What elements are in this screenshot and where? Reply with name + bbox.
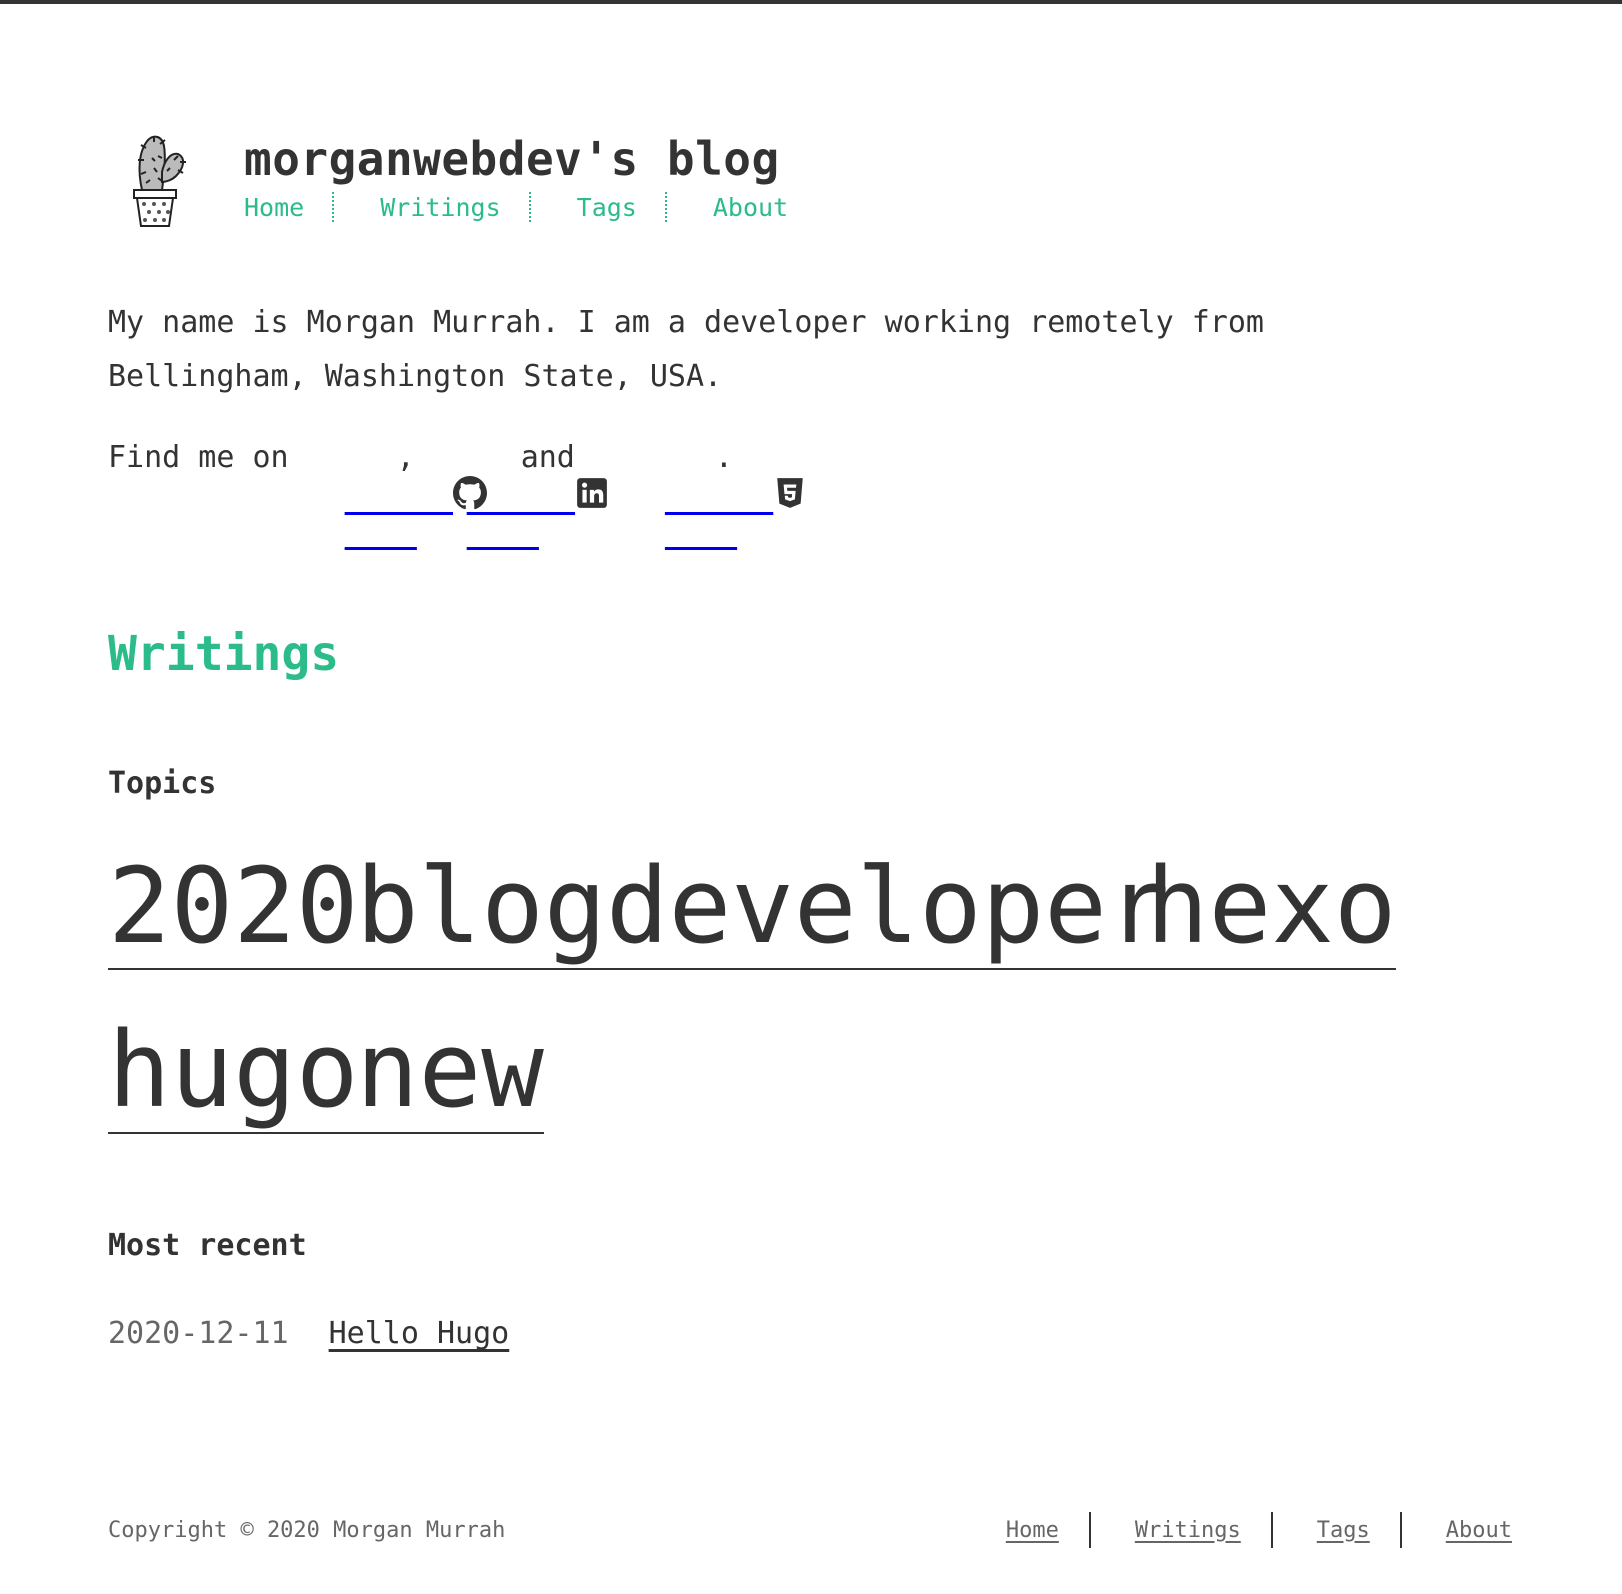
footer-about-link[interactable]: About bbox=[1446, 1518, 1512, 1543]
most-recent-heading: Most recent bbox=[108, 1228, 307, 1263]
period-text: . bbox=[714, 440, 733, 475]
nav-separator bbox=[528, 192, 531, 222]
and-text: and bbox=[520, 440, 575, 475]
top-border bbox=[0, 0, 1622, 4]
tag-link-blog[interactable]: blog bbox=[356, 854, 607, 970]
site-title: morganwebdev's blog bbox=[244, 132, 780, 186]
tag-link-new[interactable]: new bbox=[356, 1018, 544, 1134]
footer-home-link[interactable]: Home bbox=[1006, 1518, 1059, 1543]
nav-separator bbox=[664, 192, 667, 222]
nav-tags-link[interactable]: Tags bbox=[577, 193, 665, 222]
nav-home-link[interactable]: Home bbox=[244, 193, 332, 222]
nav-writings-link[interactable]: Writings bbox=[380, 193, 528, 222]
cactus-logo-icon[interactable] bbox=[124, 132, 194, 232]
site-header: morganwebdev's blog Home Writings Tags A… bbox=[124, 128, 816, 232]
page: morganwebdev's blog Home Writings Tags A… bbox=[0, 0, 1622, 1594]
tag-link-hexo[interactable]: hexo bbox=[1146, 854, 1397, 970]
footer-separator bbox=[1399, 1512, 1402, 1548]
header-nav: Home Writings Tags About bbox=[244, 192, 816, 222]
tag-link-hugo[interactable]: hugo bbox=[108, 1018, 359, 1134]
footer-separator bbox=[1270, 1512, 1273, 1548]
copyright-text: Copyright © 2020 Morgan Murrah bbox=[108, 1518, 506, 1543]
footer-writings-link[interactable]: Writings bbox=[1135, 1518, 1241, 1543]
post-date: 2020-12-11 bbox=[108, 1316, 289, 1351]
nav-about-link[interactable]: About bbox=[713, 193, 816, 222]
footer-separator bbox=[1088, 1512, 1091, 1548]
github-icon[interactable] bbox=[345, 441, 487, 509]
list-item: 2020-12-11 Hello Hugo bbox=[108, 1316, 509, 1351]
about-intro: My name is Morgan Murrah. I am a develop… bbox=[108, 305, 1264, 394]
writings-heading: Writings bbox=[108, 626, 340, 682]
tag-link-developer[interactable]: developer bbox=[606, 854, 1170, 970]
find-prefix: Find me on bbox=[108, 440, 289, 475]
nav-separator bbox=[332, 192, 335, 222]
html5-icon[interactable] bbox=[665, 441, 803, 508]
linkedin-icon[interactable] bbox=[467, 441, 607, 508]
footer-tags-link[interactable]: Tags bbox=[1317, 1518, 1370, 1543]
comma-text: , bbox=[396, 440, 415, 475]
post-link[interactable]: Hello Hugo bbox=[329, 1316, 510, 1351]
footer-nav: Home Writings Tags About bbox=[1006, 1512, 1512, 1548]
tag-link-2020[interactable]: 2020 bbox=[108, 854, 359, 970]
social-links: Find me on , and . bbox=[108, 440, 803, 509]
topics-heading: Topics bbox=[108, 766, 217, 801]
